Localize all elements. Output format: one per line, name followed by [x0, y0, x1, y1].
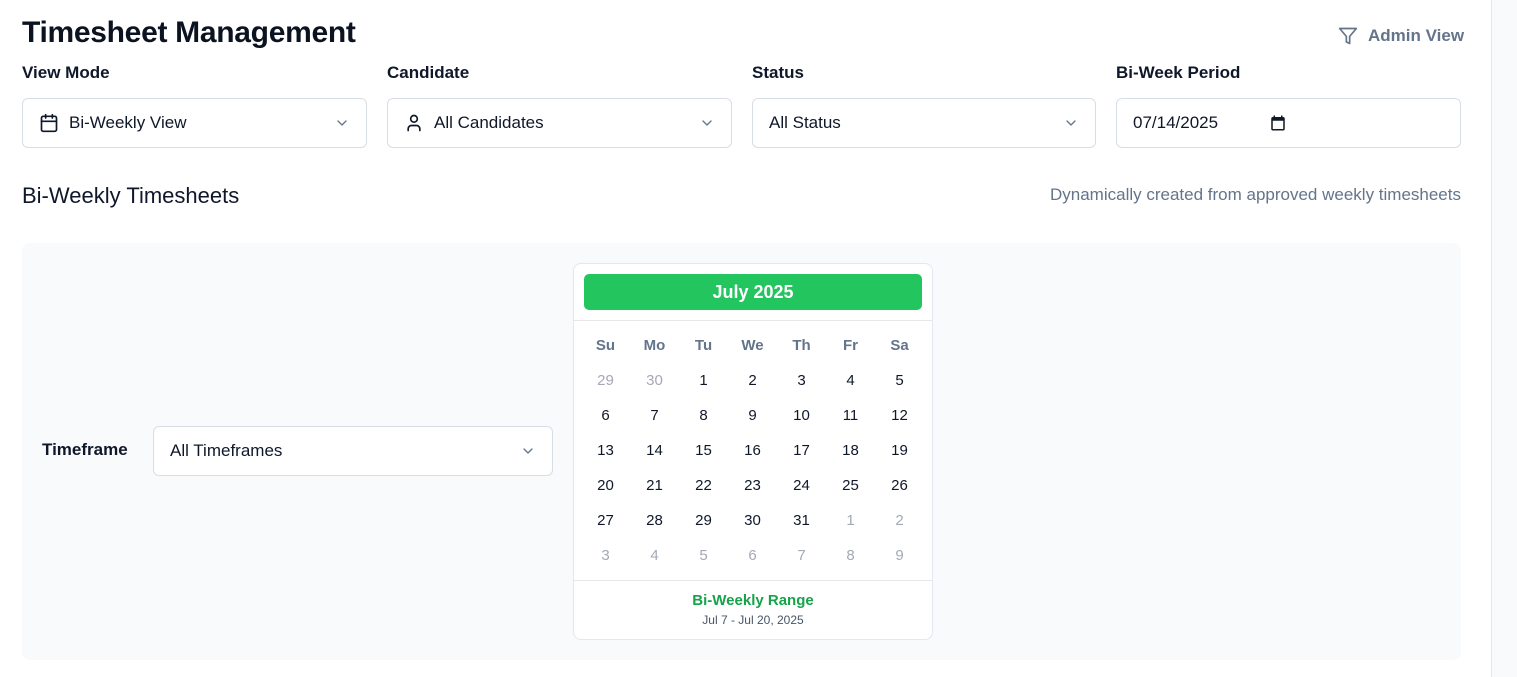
calendar-day[interactable]: 24: [777, 468, 826, 503]
filter-icon: [1338, 27, 1358, 45]
section-title: Bi-Weekly Timesheets: [22, 183, 240, 208]
calendar-day[interactable]: 11: [826, 398, 875, 433]
calendar-day-outside-month[interactable]: 2: [875, 503, 924, 538]
calendar-day[interactable]: 8: [679, 398, 728, 433]
section-subtitle: Dynamically created from approved weekly…: [1049, 185, 1461, 204]
calendar-day-outside-month[interactable]: 4: [630, 538, 679, 573]
status-select[interactable]: All Status: [752, 98, 1096, 148]
chevron-down-icon: [523, 448, 533, 454]
calendar-day[interactable]: 29: [679, 503, 728, 538]
calendar-day[interactable]: 31: [777, 503, 826, 538]
calendar-divider: [574, 580, 932, 581]
bi-week-period-label: Bi-Week Period: [1116, 63, 1241, 82]
timeframe-label: Timeframe: [42, 440, 128, 459]
bi-weekly-range-value: Jul 7 - Jul 20, 2025: [702, 613, 804, 627]
weekday-header: Tu: [694, 337, 713, 354]
calendar-day-outside-month[interactable]: 6: [728, 538, 777, 573]
calendar-day[interactable]: 18: [826, 433, 875, 468]
calendar-day-outside-month[interactable]: 9: [875, 538, 924, 573]
calendar-day[interactable]: 23: [728, 468, 777, 503]
calendar-day[interactable]: 1: [679, 363, 728, 398]
calendar-day[interactable]: 17: [777, 433, 826, 468]
calendar-day[interactable]: 13: [581, 433, 630, 468]
calendar-day[interactable]: 14: [630, 433, 679, 468]
user-icon: [407, 114, 421, 132]
weekday-header: Fr: [843, 337, 858, 354]
calendar-day[interactable]: 30: [728, 503, 777, 538]
chevron-down-icon: [1066, 120, 1076, 126]
chevron-down-icon: [337, 120, 347, 126]
calendar-day[interactable]: 20: [581, 468, 630, 503]
weekday-header: Sa: [890, 337, 909, 354]
calendar-day[interactable]: 10: [777, 398, 826, 433]
calendar-grid: Su Mo Tu We Th Fr Sa 29 30 1 2 3 4 5 6 7 8 9 10 11 12 13 14 15 1…: [581, 328, 924, 573]
calendar-day[interactable]: 19: [875, 433, 924, 468]
view-mode-value: Bi-Weekly View: [69, 113, 187, 132]
weekday-header: We: [741, 337, 764, 354]
bi-week-period-value: 07/14/2025: [1133, 113, 1219, 132]
view-mode-select[interactable]: Bi-Weekly View: [22, 98, 367, 148]
calendar-day[interactable]: 9: [728, 398, 777, 433]
candidate-value: All Candidates: [434, 113, 544, 132]
calendar-day[interactable]: 15: [679, 433, 728, 468]
bi-weekly-calendar: July 2025 Su Mo Tu We Th Fr Sa 29 30 1 2 3 4 5 6 7 8 9 10 1…: [573, 263, 933, 640]
calendar-day[interactable]: 5: [875, 363, 924, 398]
calendar-day[interactable]: 27: [581, 503, 630, 538]
calendar-day[interactable]: 6: [581, 398, 630, 433]
calendar-day-outside-month[interactable]: 3: [581, 538, 630, 573]
timeframe-select[interactable]: All Timeframes: [153, 426, 553, 476]
view-mode-label: View Mode: [22, 63, 110, 82]
admin-view-button[interactable]: Admin View: [1338, 24, 1464, 48]
candidate-select[interactable]: All Candidates: [387, 98, 732, 148]
calendar-day[interactable]: 22: [679, 468, 728, 503]
weekday-header: Mo: [643, 337, 666, 354]
calendar-day[interactable]: 25: [826, 468, 875, 503]
calendar-icon[interactable]: [1269, 114, 1287, 132]
chevron-down-icon: [702, 120, 712, 126]
status-value: All Status: [769, 113, 841, 132]
calendar-day[interactable]: 28: [630, 503, 679, 538]
weekday-header: Su: [595, 337, 616, 354]
calendar-day[interactable]: 4: [826, 363, 875, 398]
calendar-day-outside-month[interactable]: 1: [826, 503, 875, 538]
calendar-divider: [574, 320, 932, 321]
calendar-day-outside-month[interactable]: 29: [581, 363, 630, 398]
admin-view-label: Admin View: [1368, 26, 1465, 45]
candidate-label: Candidate: [387, 63, 470, 82]
right-gutter: [1491, 0, 1517, 677]
calendar-day-outside-month[interactable]: 7: [777, 538, 826, 573]
calendar-month-header[interactable]: July 2025: [584, 274, 922, 310]
calendar-day[interactable]: 12: [875, 398, 924, 433]
calendar-day[interactable]: 16: [728, 433, 777, 468]
calendar-day-outside-month[interactable]: 5: [679, 538, 728, 573]
calendar-day[interactable]: 3: [777, 363, 826, 398]
calendar-day[interactable]: 26: [875, 468, 924, 503]
status-label: Status: [752, 63, 804, 82]
calendar-icon: [40, 113, 58, 133]
bi-week-period-date-input[interactable]: 07/14/2025: [1116, 98, 1461, 148]
calendar-day[interactable]: 21: [630, 468, 679, 503]
calendar-day-outside-month[interactable]: 8: [826, 538, 875, 573]
timeframe-value: All Timeframes: [170, 441, 283, 460]
page-title: Timesheet Management: [22, 16, 356, 49]
weekday-header: Th: [792, 337, 811, 354]
calendar-day[interactable]: 7: [630, 398, 679, 433]
bi-weekly-range-label: Bi-Weekly Range: [692, 592, 814, 609]
calendar-day[interactable]: 2: [728, 363, 777, 398]
calendar-day-outside-month[interactable]: 30: [630, 363, 679, 398]
